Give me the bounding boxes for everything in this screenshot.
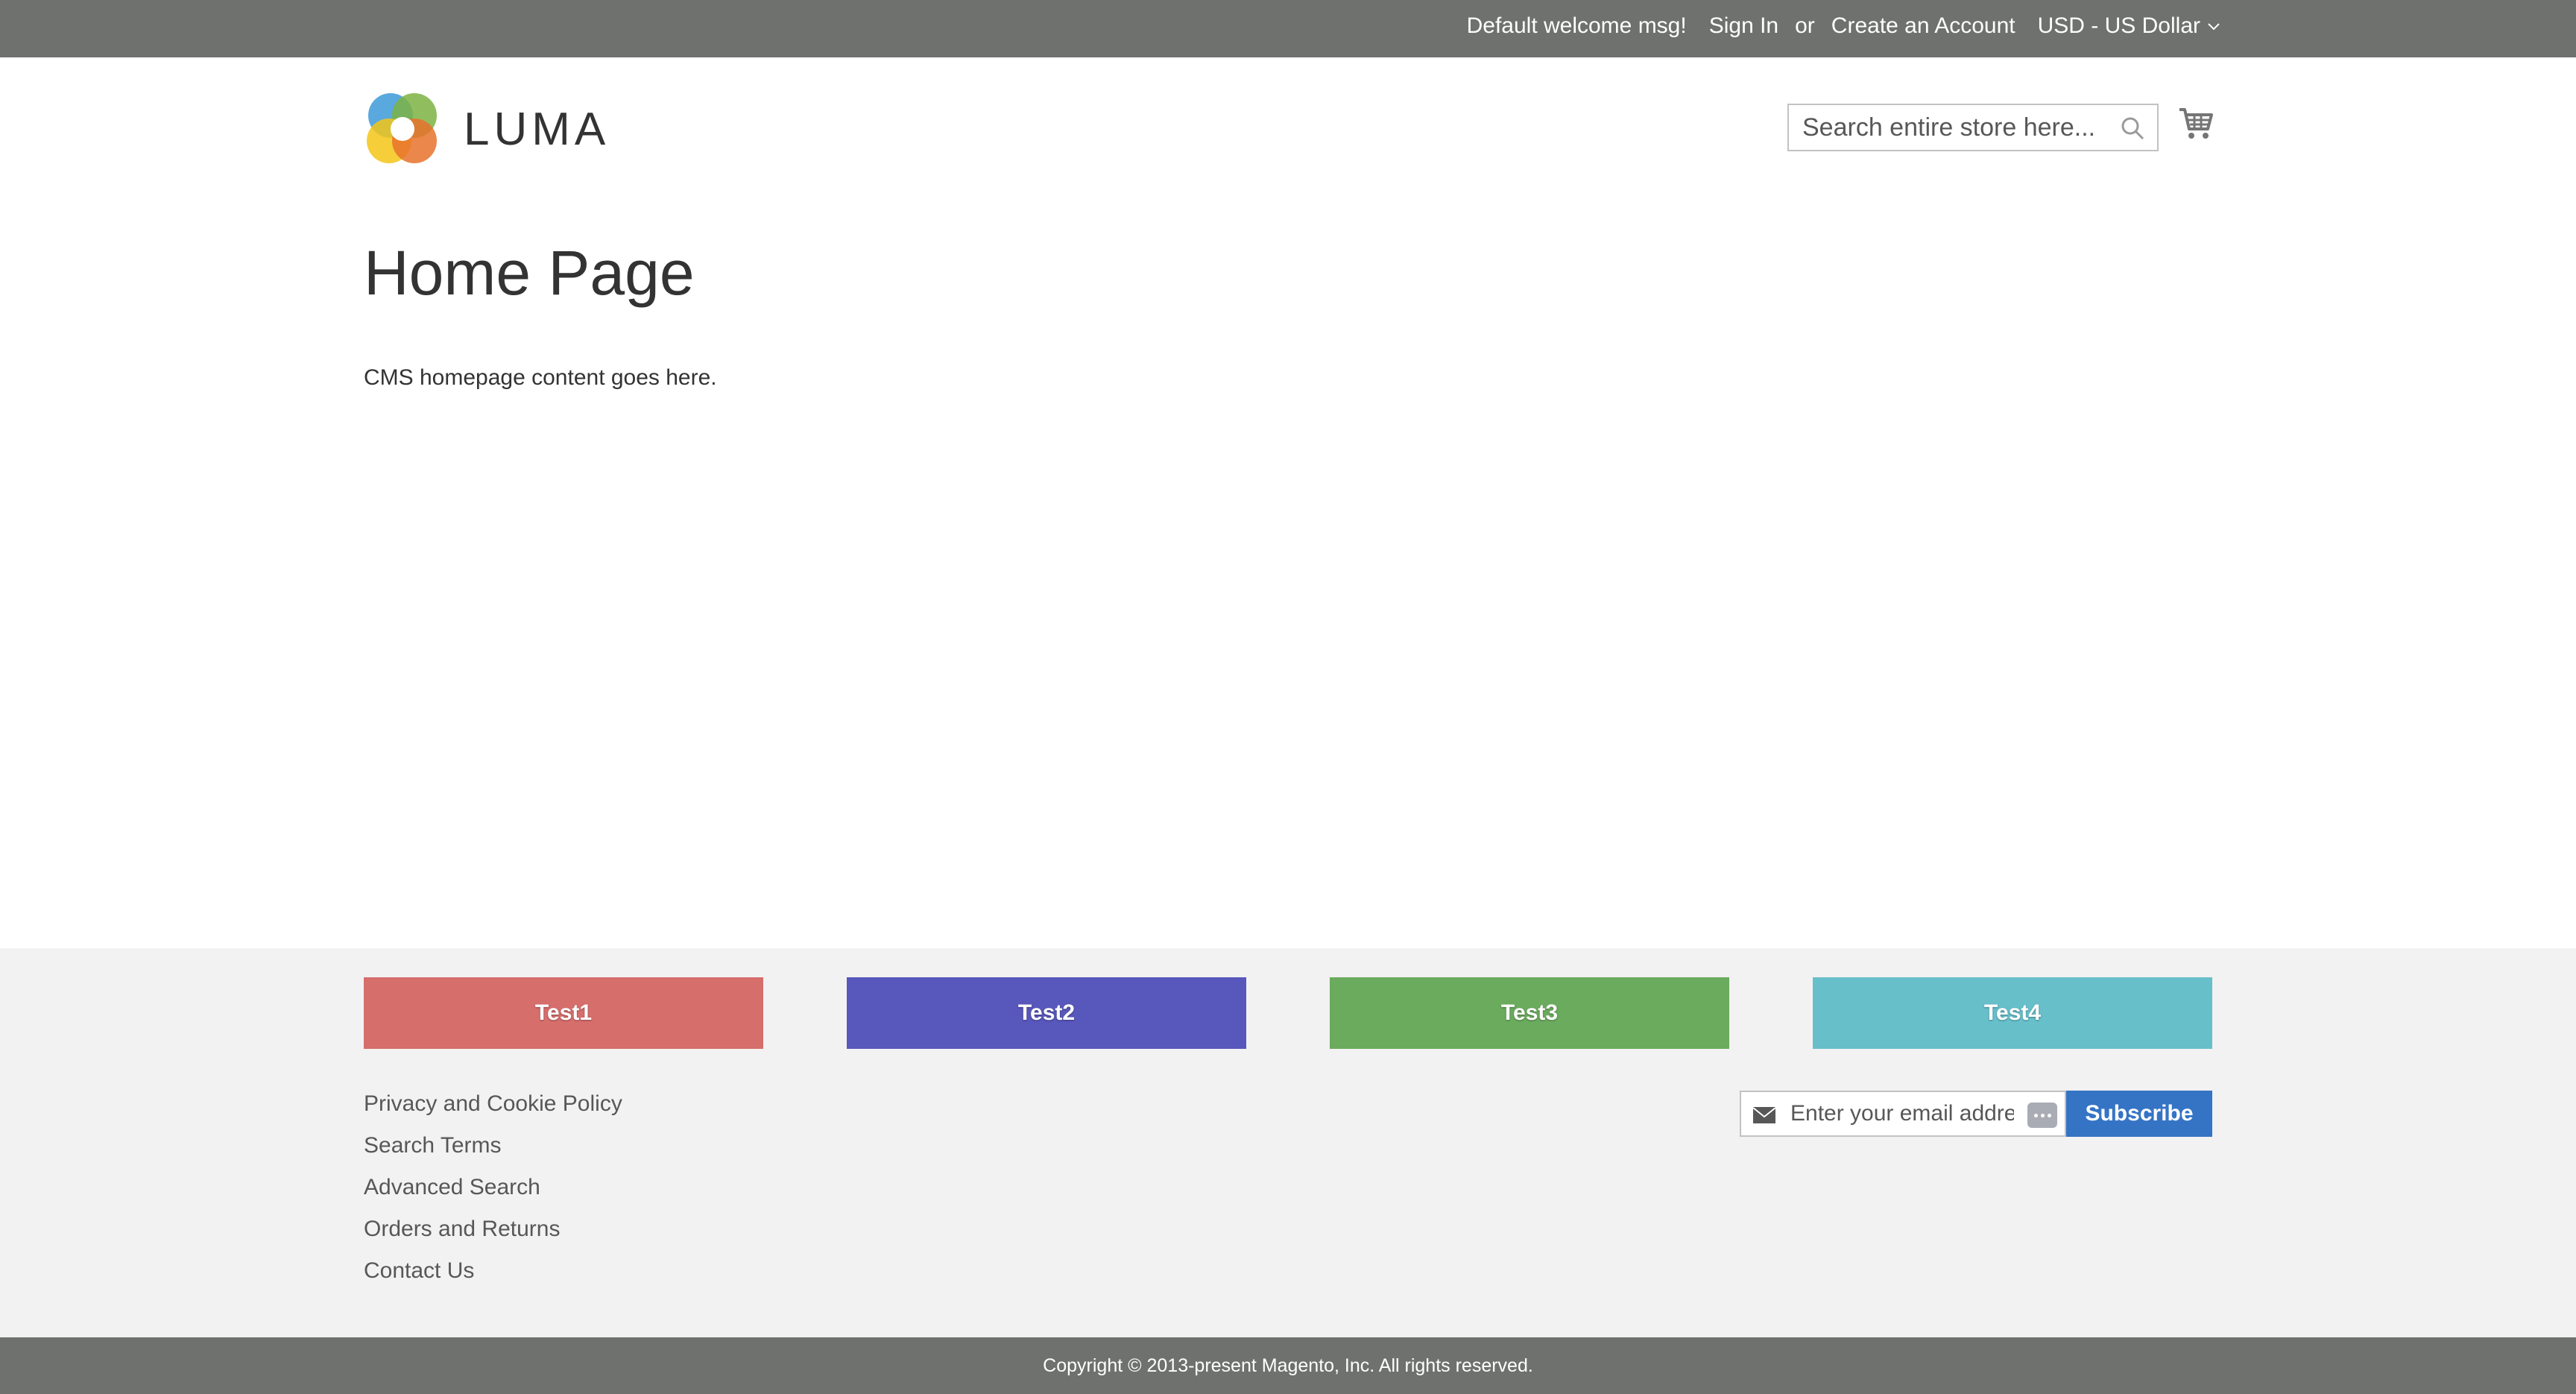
footer-link-advanced-search[interactable]: Advanced Search <box>364 1173 622 1215</box>
or-separator: or <box>1795 13 1815 38</box>
luma-logo-icon <box>367 93 437 163</box>
copyright-bar: Copyright © 2013-present Magento, Inc. A… <box>0 1337 2576 1394</box>
welcome-message: Default welcome msg! <box>1466 13 1687 38</box>
panel-links: Default welcome msg! Sign In or Create a… <box>1467 0 2221 52</box>
page-content: CMS homepage content goes here. <box>364 365 717 390</box>
test3-button[interactable]: Test3 <box>1330 977 1729 1049</box>
test1-label: Test1 <box>534 1000 593 1025</box>
currency-label: USD - US Dollar <box>2037 13 2200 38</box>
cart-icon[interactable] <box>2178 107 2214 141</box>
subscribe-button[interactable]: Subscribe <box>2066 1091 2212 1137</box>
copyright-text: Copyright © 2013-present Magento, Inc. A… <box>1043 1354 1533 1376</box>
footer-links: Privacy and Cookie Policy Search Terms A… <box>364 1090 622 1299</box>
test3-label: Test3 <box>1500 1000 1559 1025</box>
autofill-key-icon[interactable] <box>2027 1103 2057 1128</box>
currency-switcher[interactable]: USD - US Dollar <box>2038 13 2221 39</box>
newsletter-form: Subscribe <box>1740 1091 2212 1137</box>
page-title: Home Page <box>364 238 695 308</box>
logo-text: LUMA <box>464 103 610 155</box>
search-icon[interactable] <box>2120 116 2145 141</box>
footer-link-contact-us[interactable]: Contact Us <box>364 1257 622 1299</box>
test4-button[interactable]: Test4 <box>1813 977 2212 1049</box>
logo[interactable]: LUMA <box>364 90 610 168</box>
test4-label: Test4 <box>1983 1000 2042 1025</box>
sign-in-link[interactable]: Sign In <box>1709 13 1778 39</box>
footer-link-search-terms[interactable]: Search Terms <box>364 1132 622 1173</box>
footer-link-privacy[interactable]: Privacy and Cookie Policy <box>364 1090 622 1132</box>
test1-button[interactable]: Test1 <box>364 977 763 1049</box>
test2-label: Test2 <box>1017 1000 1076 1025</box>
panel-header: Default welcome msg! Sign In or Create a… <box>0 0 2576 57</box>
mail-icon <box>1752 1107 1776 1123</box>
create-account-link[interactable]: Create an Account <box>1831 13 2015 39</box>
chevron-down-icon <box>2208 23 2220 31</box>
search-box <box>1787 104 2159 151</box>
newsletter-email-field <box>1740 1091 2066 1137</box>
search-input[interactable] <box>1789 105 2136 150</box>
newsletter-email-input[interactable] <box>1790 1092 2014 1135</box>
test2-button[interactable]: Test2 <box>847 977 1246 1049</box>
footer-link-orders-returns[interactable]: Orders and Returns <box>364 1215 622 1257</box>
